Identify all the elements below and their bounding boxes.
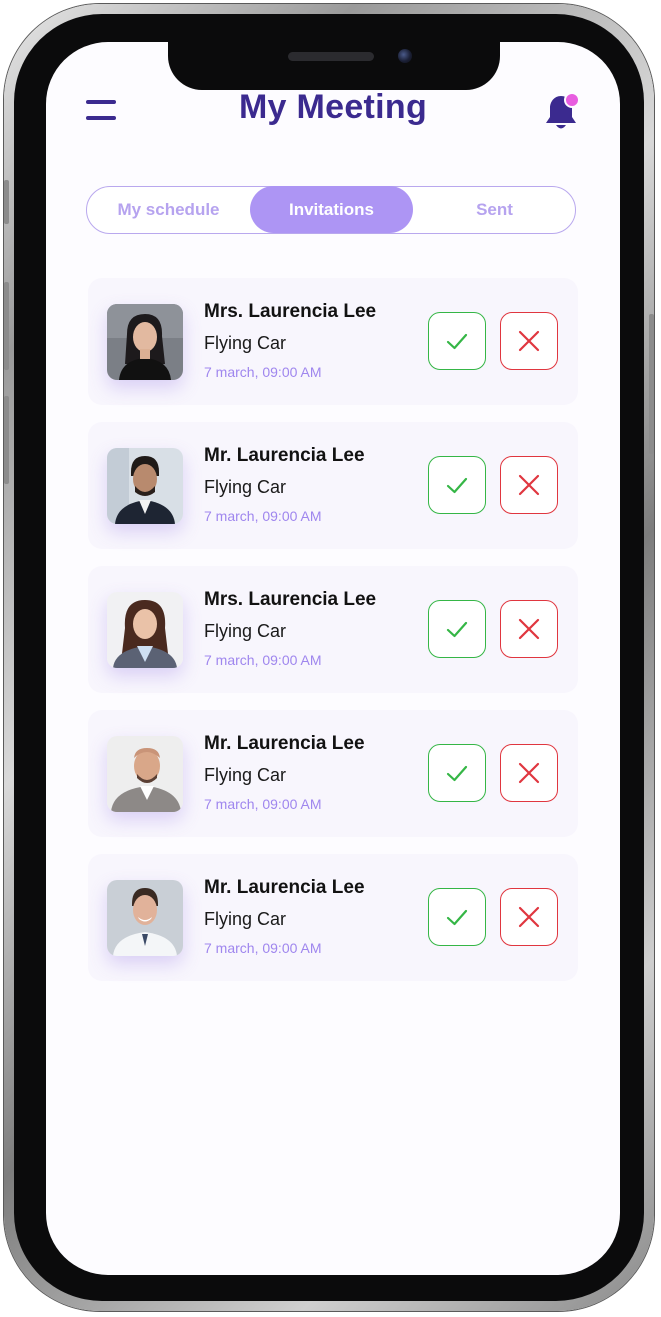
segmented-tabs: My schedule Invitations Sent	[86, 186, 576, 234]
meeting-subject: Flying Car	[204, 909, 287, 929]
reject-button[interactable]	[500, 744, 558, 802]
invitee-name: Mr. Laurencia Lee	[204, 445, 365, 466]
invitee-name: Mrs. Laurencia Lee	[204, 589, 377, 610]
page-title: My Meeting	[238, 88, 428, 126]
notification-badge	[564, 92, 580, 108]
tab-invitations[interactable]: Invitations	[250, 186, 413, 233]
checkmark-icon	[446, 909, 468, 926]
close-icon	[518, 906, 540, 928]
invitation-card[interactable]: Mr. Laurencia Lee Flying Car 7 march, 09…	[88, 710, 578, 837]
reject-button[interactable]	[500, 888, 558, 946]
invitation-card[interactable]: Mr. Laurencia Lee Flying Car 7 march, 09…	[88, 422, 578, 549]
avatar	[107, 880, 183, 956]
tab-sent[interactable]: Sent	[413, 187, 576, 232]
avatar	[107, 448, 183, 524]
close-icon	[518, 618, 540, 640]
meeting-subject: Flying Car	[204, 765, 287, 785]
invitation-card[interactable]: Mrs. Laurencia Lee Flying Car 7 march, 0…	[88, 278, 578, 405]
meeting-datetime: 7 march, 09:00 AM	[204, 796, 322, 812]
meeting-subject: Flying Car	[204, 621, 287, 641]
power-button	[649, 314, 654, 454]
meeting-datetime: 7 march, 09:00 AM	[204, 652, 322, 668]
invitee-name: Mr. Laurencia Lee	[204, 877, 365, 898]
meeting-datetime: 7 march, 09:00 AM	[204, 508, 322, 524]
reject-button[interactable]	[500, 312, 558, 370]
volume-up-button	[4, 282, 9, 370]
checkmark-icon	[446, 477, 468, 494]
app-screen: My Meeting My schedule Invitations Sent …	[46, 42, 620, 1275]
volume-down-button	[4, 396, 9, 484]
invitation-card[interactable]: Mrs. Laurencia Lee Flying Car 7 march, 0…	[88, 566, 578, 693]
avatar	[107, 592, 183, 668]
bell-icon[interactable]	[544, 92, 580, 132]
accept-button[interactable]	[428, 888, 486, 946]
avatar	[107, 736, 183, 812]
accept-button[interactable]	[428, 600, 486, 658]
earpiece-speaker	[288, 52, 374, 61]
mute-switch	[4, 180, 9, 224]
close-icon	[518, 330, 540, 352]
meeting-datetime: 7 march, 09:00 AM	[204, 940, 322, 956]
checkmark-icon	[446, 333, 468, 350]
front-camera-icon	[398, 49, 412, 63]
meeting-datetime: 7 march, 09:00 AM	[204, 364, 322, 380]
accept-button[interactable]	[428, 744, 486, 802]
meeting-subject: Flying Car	[204, 477, 287, 497]
invitation-card[interactable]: Mr. Laurencia Lee Flying Car 7 march, 09…	[88, 854, 578, 981]
reject-button[interactable]	[500, 456, 558, 514]
accept-button[interactable]	[428, 456, 486, 514]
close-icon	[518, 474, 540, 496]
checkmark-icon	[446, 765, 468, 782]
checkmark-icon	[446, 621, 468, 638]
invitee-name: Mrs. Laurencia Lee	[204, 301, 377, 322]
avatar	[107, 304, 183, 380]
reject-button[interactable]	[500, 600, 558, 658]
accept-button[interactable]	[428, 312, 486, 370]
close-icon	[518, 762, 540, 784]
invitee-name: Mr. Laurencia Lee	[204, 733, 365, 754]
notch	[168, 42, 500, 90]
tab-my-schedule[interactable]: My schedule	[87, 187, 250, 232]
meeting-subject: Flying Car	[204, 333, 287, 353]
